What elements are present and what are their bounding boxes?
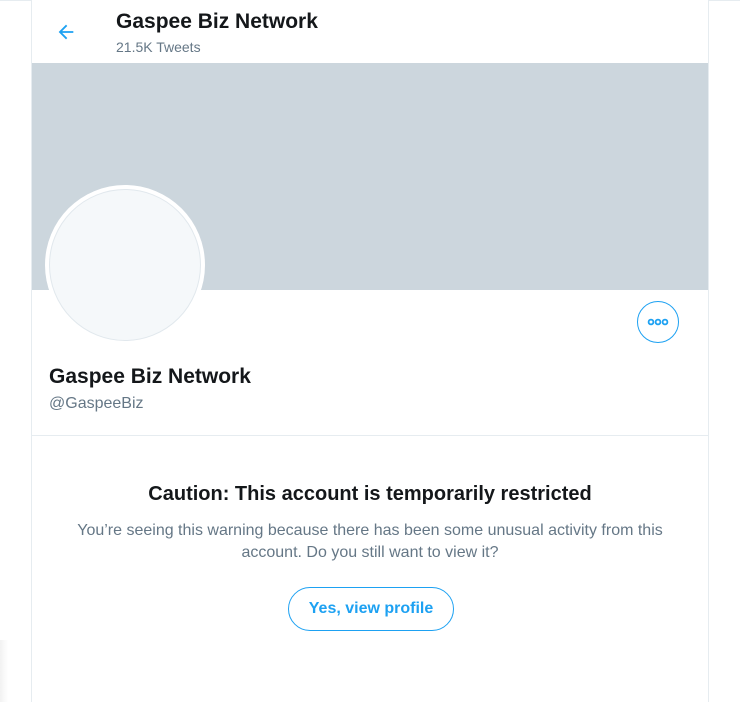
arrow-left-icon [58,24,74,40]
view-profile-button[interactable]: Yes, view profile [288,587,454,631]
profile-handle: @GaspeeBiz [49,395,144,412]
page: Gaspee Biz Network 21.5K Tweets Gaspee B… [0,0,740,702]
caution-message: You’re seeing this warning because there… [77,522,663,561]
profile-column: Gaspee Biz Network 21.5K Tweets Gaspee B… [31,0,709,702]
header-title: Gaspee Biz Network [116,10,318,33]
tweet-count: 21.5K Tweets [116,39,201,55]
back-button[interactable] [50,16,82,48]
caution-title: Caution: This account is temporarily res… [148,483,592,505]
divider [32,435,708,436]
profile-name: Gaspee Biz Network [49,365,251,388]
more-horizontal-icon [647,318,669,326]
more-options-button[interactable] [637,301,679,343]
left-edge-shadow [0,640,8,702]
avatar-placeholder [49,189,201,341]
avatar[interactable] [45,185,205,345]
profile-header: Gaspee Biz Network 21.5K Tweets [32,0,708,63]
